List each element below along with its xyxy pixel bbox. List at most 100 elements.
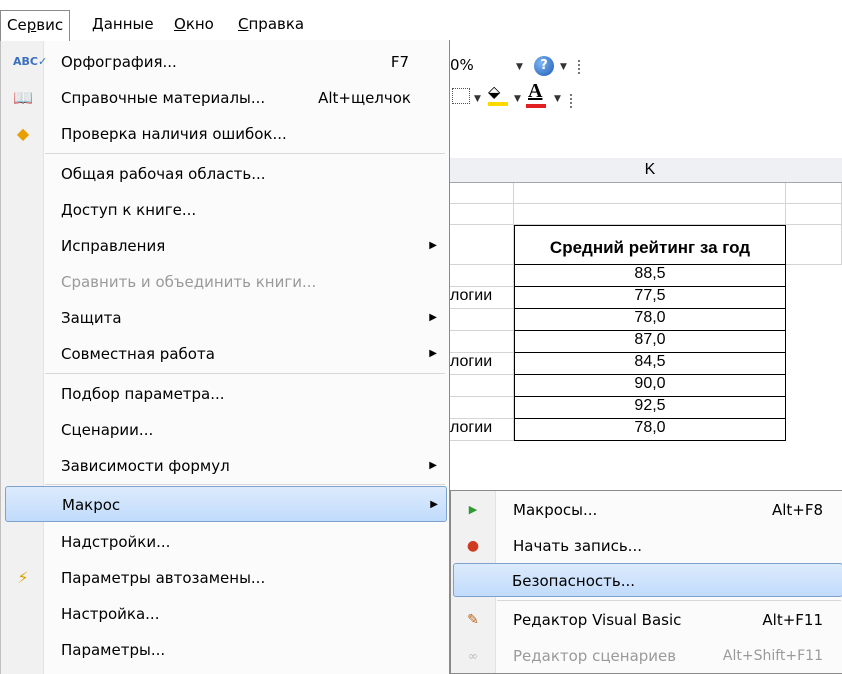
submenu-item-label: Безопасность... [512,572,636,590]
submenu-arrow-icon: ▶ [429,348,437,359]
research-icon: 📖 [13,88,33,107]
menu-item-goal-seek[interactable]: Подбор параметра... [3,376,447,412]
table-cell-j[interactable] [448,397,514,419]
submenu-item-label: Редактор сценариев [513,647,677,665]
submenu-item-security[interactable]: Безопасность... [453,563,842,597]
menu-separator [45,373,445,374]
submenu-arrow-icon: ▶ [430,499,438,510]
cell[interactable] [448,183,514,204]
submenu-item-script-editor[interactable]: ∞ Редактор сценариев Alt+Shift+F11 [453,639,842,673]
menu-item-shared-workspace[interactable]: Общая рабочая область... [3,156,447,192]
menu-item-shortcut: F7 [390,53,409,71]
menu-item-label: Сценарии... [61,421,154,439]
menu-item-collaboration[interactable]: Совместная работа ▶ [3,336,447,372]
zoom-dropdown-arrow[interactable]: ▼ [516,62,523,72]
table-cell-j[interactable]: логии [448,353,514,375]
table-cell-k[interactable]: 92,5 [514,397,786,419]
table-cell-k[interactable]: 84,5 [514,353,786,375]
cell[interactable] [448,204,514,225]
font-color-dropdown-arrow[interactable]: ▼ [554,94,561,104]
submenu-item-shortcut: Alt+F11 [762,611,823,629]
menu-item-addins[interactable]: Надстройки... [3,524,447,560]
font-color-icon[interactable]: A [528,80,542,103]
vb-editor-icon: ✎ [467,612,479,628]
menu-help[interactable]: Справка [232,10,310,38]
menu-item-label: Справочные материалы... [61,89,266,107]
table-cell-j[interactable] [448,265,514,287]
zoom-value[interactable]: 0% [450,56,474,74]
menu-item-customize[interactable]: Настройка... [3,596,447,632]
fill-color-dropdown-arrow[interactable]: ▼ [514,94,521,104]
menu-item-label: Надстройки... [61,533,171,551]
table-cell-k[interactable]: 77,5 [514,287,786,309]
menu-separator [45,153,445,154]
column-header-l[interactable] [786,158,842,183]
menu-item-label: Подбор параметра... [61,385,225,403]
menu-service[interactable]: Сервис [0,10,71,41]
menu-item-label: Доступ к книге... [61,201,197,219]
menu-item-autocorrect-options[interactable]: ⚡ Параметры автозамены... [3,560,447,596]
menu-item-label: Проверка наличия ошибок... [61,125,287,143]
submenu-arrow-icon: ▶ [429,240,437,251]
cell[interactable] [786,183,842,204]
table-cell-k[interactable]: 78,0 [514,419,786,441]
table-cell-j[interactable] [448,375,514,397]
column-header-k[interactable]: K [514,158,787,183]
cell[interactable] [514,204,786,225]
macro-submenu: ▶ Макросы... Alt+F8 ● Начать запись... Б… [450,490,842,674]
menu-item-share-workbook[interactable]: Доступ к книге... [3,192,447,228]
menu-item-label: Орфография... [61,53,177,71]
menu-item-track-changes[interactable]: Исправления ▶ [3,228,447,264]
table-cell-j[interactable]: логии [448,287,514,309]
menu-item-error-check[interactable]: ◆ Проверка наличия ошибок... [3,116,447,152]
menu-item-options[interactable]: Параметры... [3,632,447,668]
help-dropdown-arrow[interactable]: ▼ [560,62,567,72]
menu-item-macro[interactable]: Макрос ▶ [5,486,447,522]
table-cell-k[interactable]: 87,0 [514,331,786,353]
table-cell-j[interactable] [448,309,514,331]
toolbar: 0% ▼ ? ▼ ▼ ⬙ ▼ A ▼ [450,40,842,150]
menu-item-label: Макрос [62,496,121,514]
table-cell-k[interactable]: 78,0 [514,309,786,331]
submenu-item-shortcut: Alt+F8 [771,501,823,519]
toolbar-grip-2[interactable] [570,94,578,108]
cell[interactable] [448,225,514,265]
menu-item-label: Настройка... [61,605,160,623]
submenu-arrow-icon: ▶ [429,460,437,471]
submenu-item-label: Начать запись... [513,537,642,555]
cell[interactable] [514,183,786,204]
menu-item-shortcut: Alt+щелчок [318,89,411,107]
menu-item-spelling[interactable]: ABC✓ Орфография... F7 [3,44,447,80]
help-icon[interactable]: ? [534,56,554,76]
menu-data[interactable]: Данные [86,10,160,38]
table-cell-j[interactable] [448,331,514,353]
error-check-icon: ◆ [16,124,30,143]
menu-separator [45,484,445,485]
menu-bar: Сервис Данные Окно Справка [0,0,842,41]
toolbar-grip[interactable] [578,60,586,74]
table-cell-j[interactable]: логии [448,419,514,441]
menu-item-label: Параметры автозамены... [61,569,266,587]
run-macro-icon: ▶ [468,503,478,516]
menu-item-protection[interactable]: Защита ▶ [3,300,447,336]
submenu-item-record[interactable]: ● Начать запись... [453,529,842,563]
record-icon: ● [466,538,480,554]
submenu-item-label: Редактор Visual Basic [513,611,682,629]
cell[interactable] [786,225,842,265]
k-header-cell[interactable]: Средний рейтинг за год [514,225,786,265]
column-header-j[interactable] [448,158,515,183]
submenu-item-macros[interactable]: ▶ Макросы... Alt+F8 [453,493,842,527]
menu-item-scenarios[interactable]: Сценарии... [3,412,447,448]
menu-item-research[interactable]: 📖 Справочные материалы... Alt+щелчок [3,80,447,116]
menu-item-label: Сравнить и объединить книги... [61,273,317,291]
menu-item-formula-auditing[interactable]: Зависимости формул ▶ [3,448,447,484]
fill-color-icon[interactable]: ⬙ [488,82,500,101]
menu-window[interactable]: Окно [168,10,220,38]
table-cell-k[interactable]: 88,5 [514,265,786,287]
borders-dropdown-arrow[interactable]: ▼ [474,94,481,104]
table-cell-k[interactable]: 90,0 [514,375,786,397]
borders-icon[interactable] [452,88,470,104]
cell[interactable] [786,204,842,225]
submenu-item-vb-editor[interactable]: ✎ Редактор Visual Basic Alt+F11 [453,603,842,637]
menu-item-compare-merge[interactable]: Сравнить и объединить книги... [3,264,447,300]
